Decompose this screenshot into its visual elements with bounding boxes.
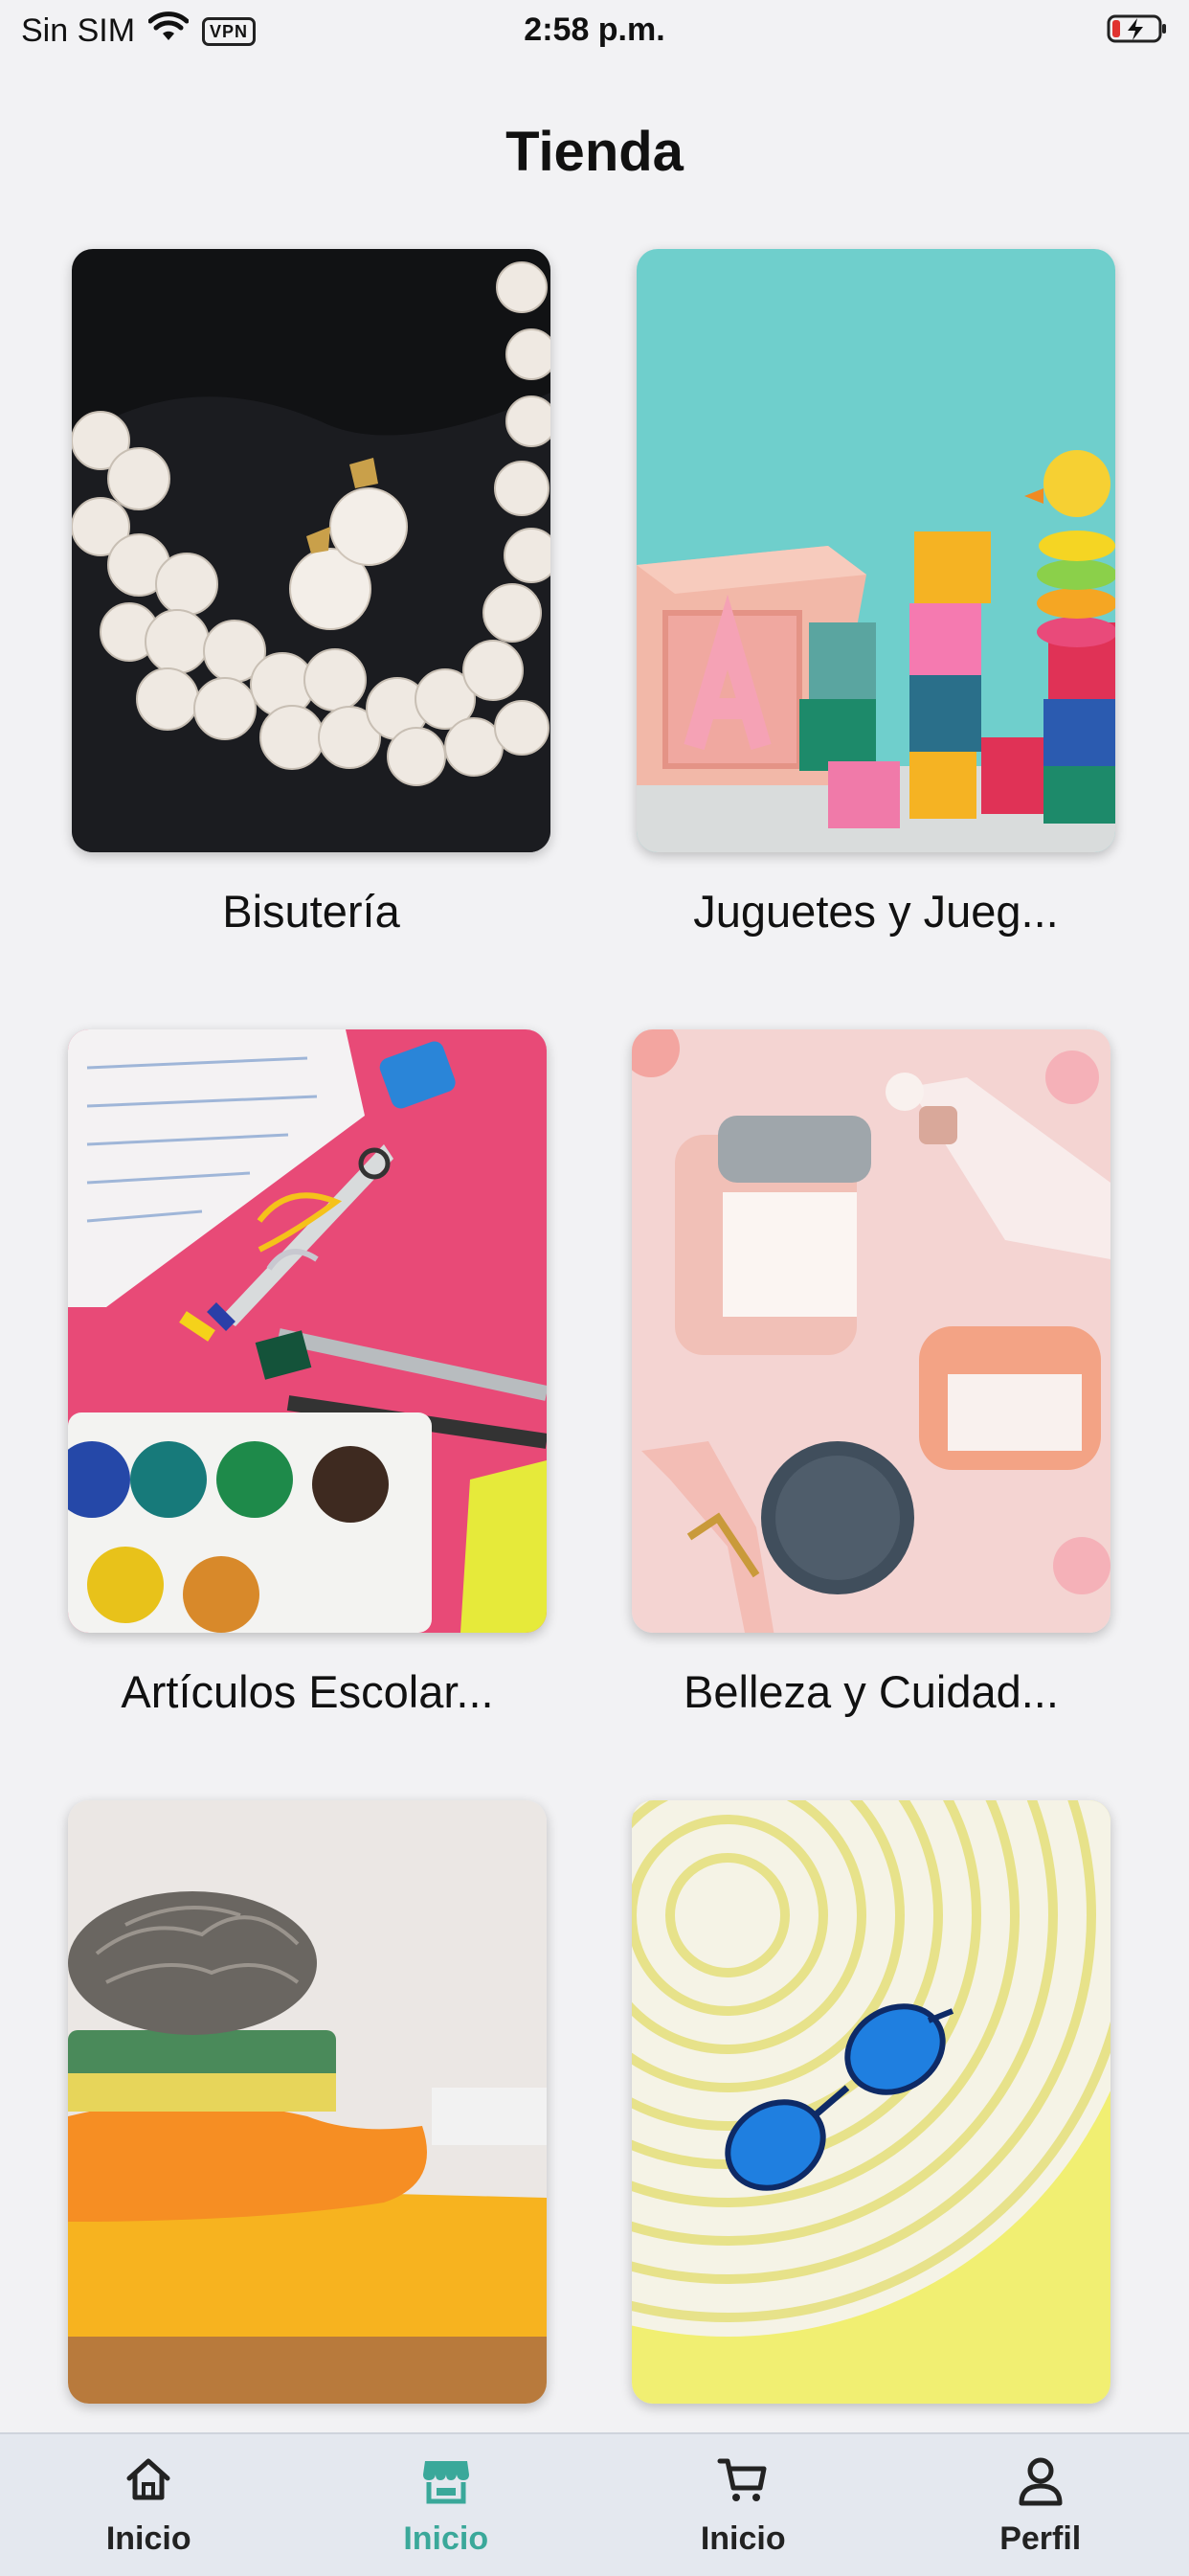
category-card-verano[interactable] xyxy=(632,1800,1110,2436)
store-icon xyxy=(419,2453,473,2507)
cart-icon xyxy=(716,2453,770,2507)
battery-charging-icon xyxy=(1107,13,1168,44)
category-card-articulos-escolares[interactable]: Artículos Escolar... xyxy=(68,1029,547,1718)
category-image-cosmetics xyxy=(632,1029,1110,1633)
category-image-school-supplies xyxy=(68,1029,547,1633)
category-card-bisuteria[interactable]: Bisutería xyxy=(72,249,550,938)
tab-label: Perfil xyxy=(999,2520,1081,2558)
category-label: Artículos Escolar... xyxy=(68,1665,547,1718)
category-label: Bisutería xyxy=(72,885,550,938)
category-image-cleaning-supplies xyxy=(68,1800,547,2404)
category-image-beach-hat xyxy=(632,1800,1110,2404)
tab-home[interactable]: Inicio xyxy=(0,2434,298,2576)
status-time: 2:58 p.m. xyxy=(0,11,1189,49)
tab-label: Inicio xyxy=(403,2520,488,2558)
tab-label: Inicio xyxy=(701,2520,786,2558)
page-title: Tienda xyxy=(0,120,1189,184)
status-bar: Sin SIM VPN 2:58 p.m. xyxy=(0,0,1189,67)
bottom-tab-bar: Inicio Inicio Inicio Perfil xyxy=(0,2432,1189,2576)
tab-cart[interactable]: Inicio xyxy=(594,2434,892,2576)
tab-label: Inicio xyxy=(106,2520,191,2558)
home-icon xyxy=(122,2453,175,2507)
tab-profile[interactable]: Perfil xyxy=(892,2434,1189,2576)
category-label: Juguetes y Jueg... xyxy=(637,885,1115,938)
tab-store[interactable]: Inicio xyxy=(298,2434,595,2576)
category-card-juguetes[interactable]: Juguetes y Jueg... xyxy=(637,249,1115,938)
category-card-limpieza[interactable] xyxy=(68,1800,547,2436)
category-image-toys xyxy=(637,249,1115,852)
category-image-pearls xyxy=(72,249,550,852)
category-card-belleza[interactable]: Belleza y Cuidad... xyxy=(632,1029,1110,1718)
category-label: Belleza y Cuidad... xyxy=(632,1665,1110,1718)
user-icon xyxy=(1014,2453,1067,2507)
